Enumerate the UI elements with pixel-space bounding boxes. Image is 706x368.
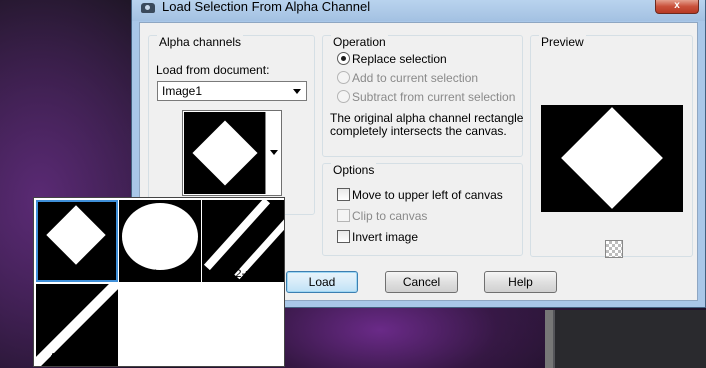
dialog-title: Load Selection From Alpha Channel xyxy=(162,0,371,14)
channel-label-fruit-regis[interactable]: fruit-regis xyxy=(36,268,118,280)
help-button[interactable]: Help xyxy=(484,271,557,293)
chevron-down-icon xyxy=(270,150,278,155)
ellipse-shape xyxy=(122,203,198,270)
move-to-upper-left-checkbox[interactable] xyxy=(337,188,350,201)
channel-dropdown-button[interactable] xyxy=(266,111,281,195)
operation-legend: Operation xyxy=(331,35,388,49)
invert-image-checkbox[interactable] xyxy=(337,230,350,243)
load-from-document-label: Load from document: xyxy=(156,63,270,77)
channel-label-fruit3-regis[interactable]: fruit3-regis xyxy=(36,352,118,364)
alpha-channels-legend: Alpha channels xyxy=(157,35,244,49)
invert-image-label[interactable]: Invert image xyxy=(352,230,418,244)
chevron-down-icon xyxy=(293,89,301,94)
background-panel xyxy=(553,310,706,368)
add-to-selection-label[interactable]: Add to current selection xyxy=(352,71,478,85)
channel-label-fruit1-regis[interactable]: fruit1-regis xyxy=(119,268,201,280)
preview-group: Preview xyxy=(530,35,693,258)
cancel-button[interactable]: Cancel xyxy=(385,271,458,293)
document-select-value: Image1 xyxy=(162,84,203,98)
checkerboard-icon[interactable] xyxy=(605,240,623,258)
operation-message-line1: The original alpha channel rectangle xyxy=(330,111,524,125)
add-to-selection-radio[interactable] xyxy=(337,71,350,84)
diamond-shape xyxy=(192,120,258,186)
replace-selection-radio[interactable] xyxy=(337,52,350,65)
preview-legend: Preview xyxy=(539,35,586,49)
title-bar[interactable]: Load Selection From Alpha Channel x xyxy=(132,0,705,21)
subtract-from-selection-label[interactable]: Subtract from current selection xyxy=(352,90,515,104)
stripe-shape xyxy=(203,200,271,271)
options-legend: Options xyxy=(331,163,377,177)
clip-to-canvas-checkbox[interactable] xyxy=(337,209,350,222)
document-select[interactable]: Image1 xyxy=(157,81,307,101)
operation-message-line2: completely intersects the canvas. xyxy=(330,124,507,138)
diamond-shape xyxy=(46,205,106,265)
clip-to-canvas-label[interactable]: Clip to canvas xyxy=(352,209,427,223)
preview-diamond-shape xyxy=(561,107,663,209)
load-button[interactable]: Load xyxy=(286,271,358,293)
move-to-upper-left-label[interactable]: Move to upper left of canvas xyxy=(352,188,503,202)
channel-label-fruit2-regis[interactable]: fruit2-regis xyxy=(202,268,284,280)
close-button[interactable]: x xyxy=(655,0,699,14)
background-strip xyxy=(545,310,553,368)
channel-thumbnail xyxy=(184,112,266,194)
subtract-from-selection-radio[interactable] xyxy=(337,90,350,103)
channel-picker-popup: fruit-regis fruit1-regis fruit2-regis fr… xyxy=(33,197,285,367)
camera-icon xyxy=(141,3,155,13)
replace-selection-label[interactable]: Replace selection xyxy=(352,52,447,66)
channel-thumbnail-combo[interactable] xyxy=(182,110,282,196)
preview-image xyxy=(541,105,683,212)
